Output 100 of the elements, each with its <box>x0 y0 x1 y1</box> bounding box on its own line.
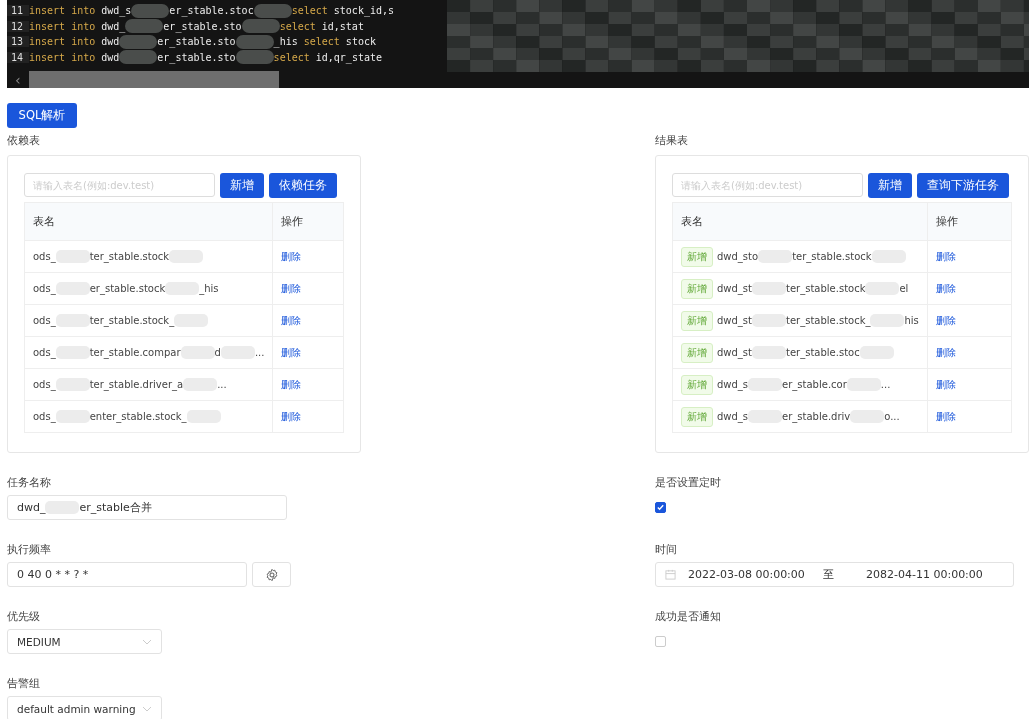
table-name-text: ods_ <box>33 379 56 390</box>
code-text: er_stable.sto <box>163 20 242 32</box>
column-header: 表名 <box>672 202 928 241</box>
code-keyword: insert into <box>29 51 96 63</box>
table-name-text: dwd_st <box>717 283 752 294</box>
date-range-field[interactable]: 2022-03-08 00:00:00 至 2082-04-11 00:00:00 <box>655 562 1014 587</box>
field-label: 是否设置定时 <box>655 475 722 491</box>
table-name-text: el <box>899 283 909 294</box>
table-name-text: d <box>214 347 221 358</box>
delete-link[interactable]: 删除 <box>935 250 956 262</box>
sql-parse-button[interactable]: SQL解析 <box>7 103 77 128</box>
table-name-text: ter_stable.stock <box>786 283 866 294</box>
code-text: er_stable.stoc <box>169 5 254 17</box>
task-name-field[interactable]: dwd_ er_stable合并 <box>7 495 287 520</box>
table-name-text: ter_stable.stock <box>89 251 170 262</box>
new-tag: 新增 <box>681 310 713 331</box>
line-number: 12 <box>7 20 29 32</box>
table-name-text: dwd_sto <box>717 251 759 262</box>
scroll-left-arrow[interactable]: ‹ <box>7 72 29 88</box>
redaction-blur <box>235 50 274 65</box>
code-text: dwd <box>100 36 120 48</box>
field-label: 告警组 <box>7 676 41 692</box>
table-name-text: dwd_st <box>717 315 752 326</box>
redaction-blur <box>131 3 170 18</box>
table-name-text: enter_stable.stock_ <box>89 411 187 422</box>
code-keyword: select <box>273 51 310 63</box>
new-tag: 新增 <box>681 246 713 267</box>
code-text: er_stable.sto <box>157 36 236 48</box>
section-label: 依赖表 <box>7 133 41 149</box>
table-name-text: his <box>904 315 919 326</box>
delete-link[interactable]: 删除 <box>935 410 956 422</box>
table-name-text: ods_ <box>33 251 56 262</box>
table-name-text: ter_stable.stoc <box>786 347 860 358</box>
code-keyword: insert into <box>29 20 96 32</box>
redaction-blur <box>119 34 158 49</box>
downstream-tasks-button[interactable]: 查询下游任务 <box>917 173 1009 198</box>
field-label: 优先级 <box>7 609 41 625</box>
section-label: 结果表 <box>655 133 689 149</box>
code-text: id,stat <box>320 20 364 32</box>
scrollbar-thumb[interactable] <box>29 71 279 88</box>
delete-link[interactable]: 删除 <box>935 314 956 326</box>
line-number: 11 <box>7 5 29 17</box>
code-text: stock <box>344 36 376 48</box>
field-value: er_stable合并 <box>79 500 152 515</box>
cron-field[interactable]: 0 40 0 * * ? * <box>7 562 247 587</box>
delete-link[interactable]: 删除 <box>281 282 302 294</box>
redaction-blur <box>253 3 292 18</box>
calendar-icon <box>665 569 676 580</box>
new-tag: 新增 <box>681 406 713 427</box>
table-name-text: ter_stable.stock_ <box>89 315 175 326</box>
code-text: stock_id,s <box>332 5 394 17</box>
delete-link[interactable]: 删除 <box>935 346 956 358</box>
table-name-text: ods_ <box>33 315 56 326</box>
code-text: id,qr_state <box>314 51 382 63</box>
delete-link[interactable]: 删除 <box>281 378 302 390</box>
table-name-text: ter_stable.stock_ <box>786 315 871 326</box>
table-name-text: dwd_s <box>717 411 749 422</box>
redaction-blur <box>125 19 164 34</box>
table-name-text: ter_stable.compar <box>89 347 181 358</box>
table-name-text: dwd_s <box>717 379 749 390</box>
table-name-text: ... <box>880 379 891 390</box>
table-name-text: ter_stable.driver_a <box>89 379 184 390</box>
select-field[interactable]: default admin warning <box>7 696 162 719</box>
field-label: 任务名称 <box>7 475 52 491</box>
code-editor[interactable] <box>7 0 1029 88</box>
checkbox[interactable] <box>655 502 666 513</box>
delete-link[interactable]: 删除 <box>281 410 302 422</box>
select-field[interactable]: MEDIUM <box>7 629 162 654</box>
settings-button[interactable] <box>252 562 291 587</box>
table-name-text: er_stable.stock <box>89 283 166 294</box>
add-button[interactable]: 新增 <box>868 173 912 198</box>
delete-link[interactable]: 删除 <box>281 314 302 326</box>
code-keyword: insert into <box>29 5 96 17</box>
field-label: 执行频率 <box>7 542 52 558</box>
new-tag: 新增 <box>681 374 713 395</box>
table-name-text: ods_ <box>33 347 56 358</box>
delete-link[interactable]: 删除 <box>935 282 956 294</box>
new-tag: 新增 <box>681 342 713 363</box>
new-tag: 新增 <box>681 278 713 299</box>
chevron-down-icon <box>142 638 152 645</box>
dependency-tasks-button[interactable]: 依赖任务 <box>269 173 337 198</box>
code-text: er_stable.sto <box>157 51 236 63</box>
table-name-text: dwd_st <box>717 347 752 358</box>
delete-link[interactable]: 删除 <box>281 346 302 358</box>
settings-icon <box>264 567 279 582</box>
table-name-text: o... <box>884 411 900 422</box>
delete-link[interactable]: 删除 <box>281 250 302 262</box>
table-name-text: ods_ <box>33 283 56 294</box>
table-name-text: _his <box>199 283 219 294</box>
redaction-blur <box>241 19 280 34</box>
end-date: 2082-04-11 00:00:00 <box>866 568 984 581</box>
code-text: dwd <box>100 51 120 63</box>
table-name-text: ods_ <box>33 411 56 422</box>
table-name-text: er_stable.cor <box>782 379 847 390</box>
add-button[interactable]: 新增 <box>220 173 264 198</box>
line-number: 14 <box>7 51 29 63</box>
delete-link[interactable]: 删除 <box>935 378 956 390</box>
field-label: 成功是否通知 <box>655 609 722 625</box>
code-keyword: select <box>291 5 328 17</box>
redaction-blur <box>235 34 274 49</box>
